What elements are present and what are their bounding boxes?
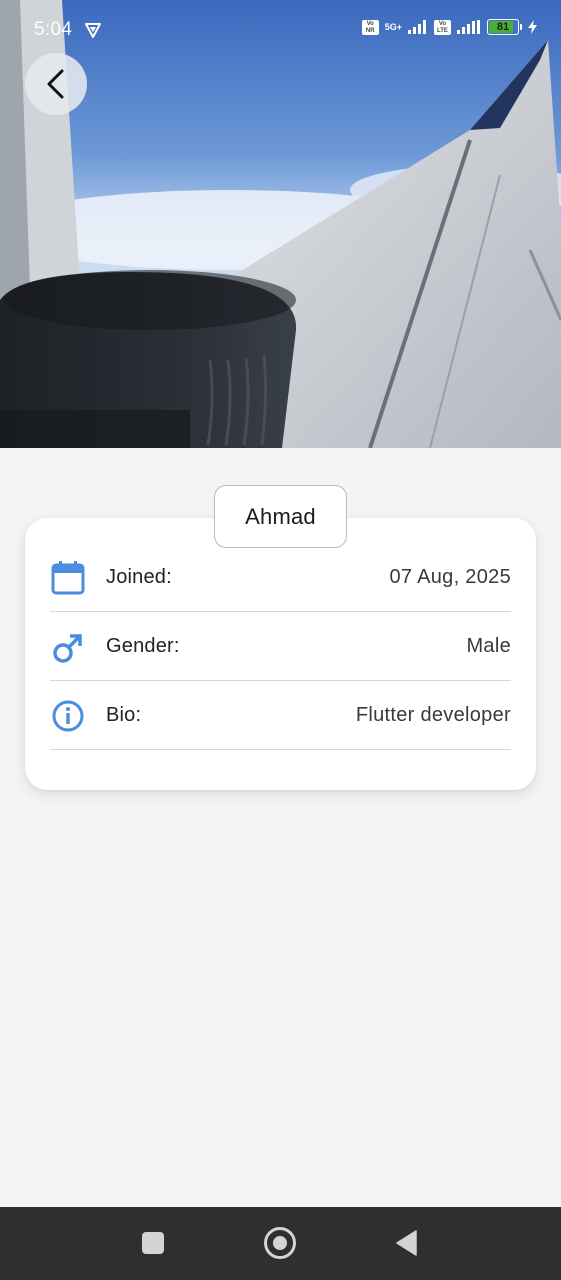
header-photo-illustration — [0, 0, 561, 448]
detail-row-bio: Bio: Flutter developer — [50, 682, 511, 750]
charging-bolt-icon — [528, 20, 537, 34]
status-bar: 5:04 Vo NR 5G+ Vo LTE 81 — [0, 0, 561, 60]
back-button[interactable] — [25, 53, 87, 115]
volte-sim2-badge: Vo LTE — [434, 19, 451, 35]
status-time: 5:04 — [34, 19, 73, 40]
circle-home-icon[interactable] — [264, 1227, 296, 1259]
status-indicators: Vo NR 5G+ Vo LTE 81 — [361, 19, 537, 35]
battery-icon: 81 — [487, 19, 519, 35]
detail-value: Flutter developer — [355, 704, 511, 726]
detail-label: Bio: — [106, 704, 142, 726]
vpn-shield-icon — [84, 21, 102, 44]
network-type-label: 5G+ — [384, 21, 402, 32]
signal-strength-icon — [457, 20, 480, 34]
profile-name: Ahmad — [214, 485, 347, 548]
detail-row-joined: Joined: 07 Aug, 2025 — [50, 544, 511, 612]
detail-label: Gender: — [106, 635, 180, 657]
info-icon — [50, 699, 86, 740]
detail-value: Male — [466, 635, 511, 657]
detail-label: Joined: — [106, 566, 172, 588]
volte-sim1-badge: Vo NR — [361, 19, 379, 35]
battery-level: 81 — [496, 21, 510, 33]
chevron-left-icon — [47, 69, 64, 99]
male-icon — [50, 630, 86, 671]
calendar-icon — [50, 560, 86, 601]
triangle-back-icon[interactable] — [396, 1230, 418, 1256]
signal-strength-icon — [408, 20, 426, 34]
profile-header-photo — [0, 0, 561, 448]
system-navigation-bar — [0, 1207, 561, 1280]
detail-value: 07 Aug, 2025 — [389, 566, 511, 588]
square-icon[interactable] — [142, 1232, 164, 1254]
detail-row-gender: Gender: Male — [50, 613, 511, 681]
